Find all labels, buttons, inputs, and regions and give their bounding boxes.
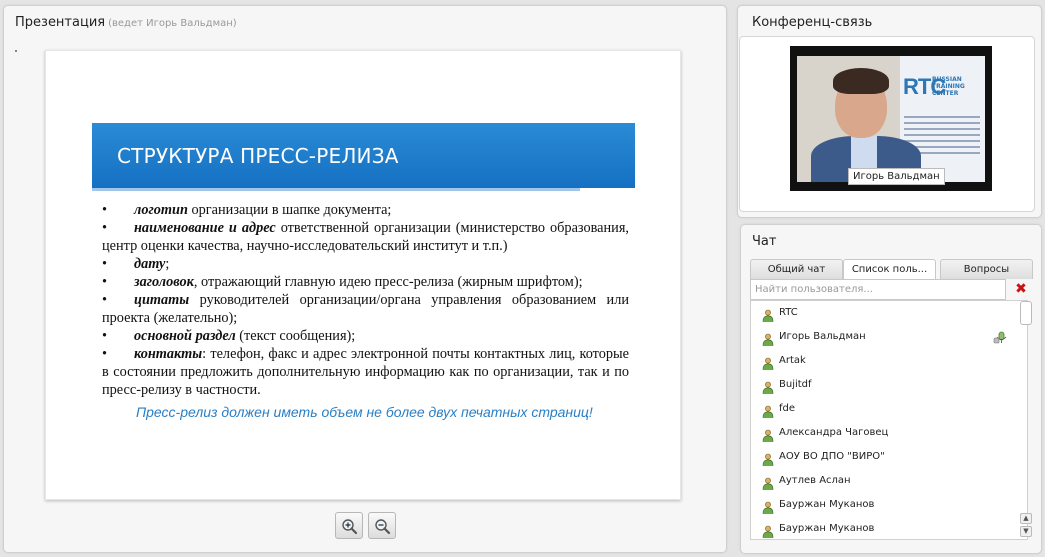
video-stream[interactable]: RTC RUSSIAN TRAINING CENTER Игорь Вальдм…	[790, 46, 992, 191]
presenter-label: (ведет Игорь Вальдман)	[108, 18, 237, 29]
user-list-item[interactable]: RTC	[751, 301, 1015, 325]
slide-bullet: • логотип организации в шапке документа;	[102, 201, 629, 219]
bullet-mark: •	[102, 292, 108, 308]
user-icon	[762, 379, 774, 394]
slide-header: СТРУКТУРА ПРЕСС-РЕЛИЗА	[92, 123, 635, 188]
close-icon[interactable]: ✖	[1014, 281, 1028, 297]
rtc-logo-caption: RUSSIAN TRAINING CENTER	[932, 76, 965, 97]
presentation-title-text: Презентация	[15, 15, 106, 30]
slide-bullet: • основной раздел (текст сообщения);	[102, 327, 629, 345]
conference-panel: Конференц-связь RTC RUSSIAN TRAINING CEN…	[737, 5, 1042, 218]
user-list-item[interactable]: Bujitdf	[751, 373, 1015, 397]
bullet-text: организации в шапке документа;	[187, 202, 392, 218]
user-icon	[762, 427, 774, 442]
slide-title: СТРУКТУРА ПРЕСС-РЕЛИЗА	[117, 144, 399, 168]
user-list-scrollbar[interactable]: ▲ ▼	[1019, 301, 1033, 539]
slide-bullet: • заголовок, отражающий главную идею прес…	[102, 273, 629, 291]
slide-bullet: • цитаты руководителей организации/органа…	[102, 291, 629, 327]
zoom-in-button[interactable]	[335, 512, 363, 539]
bullet-mark: •	[102, 274, 108, 290]
bullet-text: (текст сообщения);	[235, 328, 356, 344]
user-icon	[762, 331, 774, 346]
bullet-mark: •	[102, 328, 108, 344]
bullet-term: наименование и адрес	[134, 220, 276, 236]
user-icon	[762, 403, 774, 418]
user-list: RTC Игорь Вальдман Artak Bujitdf fde Александ…	[750, 300, 1028, 540]
user-name: Александра Чаговец	[779, 427, 889, 438]
presentation-panel: Презентация (ведет Игорь Вальдман) СТРУКТ…	[3, 5, 727, 553]
zoom-out-button[interactable]	[368, 512, 396, 539]
bullet-term: дату	[134, 256, 166, 272]
bullet-mark: •	[102, 202, 108, 218]
user-name: RTC	[779, 307, 798, 318]
bullet-term: контакты	[134, 346, 203, 362]
slide: СТРУКТУРА ПРЕСС-РЕЛИЗА • логотип организа…	[45, 50, 681, 500]
user-name: Bujitdf	[779, 379, 812, 390]
user-list-item[interactable]: Аутлев Аслан	[751, 469, 1015, 493]
user-icon	[762, 355, 774, 370]
user-name: fde	[779, 403, 796, 414]
user-list-item[interactable]: АОУ ВО ДПО "ВИРО"	[751, 445, 1015, 469]
bullet-term: заголовок	[134, 274, 194, 290]
bullet-term: цитаты	[134, 292, 190, 308]
user-list-item[interactable]: Игорь Вальдман	[751, 325, 1015, 349]
user-list-item[interactable]: fde	[751, 397, 1015, 421]
status-dot	[15, 50, 17, 52]
scroll-up-arrow[interactable]: ▲	[1020, 513, 1032, 524]
user-icon	[762, 307, 774, 322]
bullet-mark: •	[102, 346, 108, 362]
slide-bullet: • дату;	[102, 255, 629, 273]
user-icon	[762, 475, 774, 490]
chat-panel: Чат Общий чат Список поль... Вопросы Най…	[740, 224, 1042, 554]
zoom-out-icon	[375, 519, 391, 535]
rtc-caption-line: RUSSIAN	[932, 76, 962, 83]
slide-bullet: • контакты: телефон, факс и адрес электро…	[102, 345, 629, 399]
tab-questions[interactable]: Вопросы	[940, 259, 1033, 279]
slide-body: • логотип организации в шапке документа; …	[102, 201, 629, 399]
user-name: Бауржан Муканов	[779, 523, 875, 534]
chat-title: Чат	[752, 234, 777, 249]
scrollbar-thumb[interactable]	[1020, 301, 1032, 325]
user-name: Бауржан Муканов	[779, 499, 875, 510]
speaker-hair	[833, 68, 889, 94]
bullet-term: логотип	[134, 202, 188, 218]
chat-tabs: Общий чат Список поль... Вопросы	[750, 259, 1033, 280]
microphone-icon	[992, 330, 1010, 349]
scroll-down-arrow[interactable]: ▼	[1020, 526, 1032, 537]
video-frame: RTC RUSSIAN TRAINING CENTER	[797, 56, 985, 182]
camera-name-label: Игорь Вальдман	[848, 168, 945, 185]
user-icon	[762, 523, 774, 538]
user-list-item[interactable]: Artak	[751, 349, 1015, 373]
slide-bullet: • наименование и адрес ответственной орга…	[102, 219, 629, 255]
tab-user-list[interactable]: Список поль...	[843, 259, 936, 280]
user-name: АОУ ВО ДПО "ВИРО"	[779, 451, 885, 462]
presentation-title: Презентация (ведет Игорь Вальдман)	[15, 15, 237, 30]
bullet-mark: •	[102, 220, 108, 236]
conference-title: Конференц-связь	[752, 15, 873, 30]
user-search-input[interactable]: Найти пользователя...	[750, 279, 1006, 300]
user-list-item[interactable]: Александра Чаговец	[751, 421, 1015, 445]
user-icon	[762, 499, 774, 514]
zoom-in-icon	[342, 519, 358, 535]
user-list-item[interactable]: Бауржан Муканов	[751, 493, 1015, 517]
user-list-item[interactable]: Бауржан Муканов	[751, 517, 1015, 539]
bullet-text: , отражающий главную идею пресс-релиза (…	[193, 274, 583, 290]
tab-general-chat[interactable]: Общий чат	[750, 259, 843, 279]
rtc-caption-line: TRAINING	[932, 83, 965, 90]
user-name: Игорь Вальдман	[779, 331, 866, 342]
user-icon	[762, 451, 774, 466]
slide-note: Пресс-релиз должен иметь объем не более …	[136, 404, 593, 420]
bullet-mark: •	[102, 256, 108, 272]
bullet-term: основной раздел	[134, 328, 236, 344]
user-name: Аутлев Аслан	[779, 475, 851, 486]
rtc-caption-line: CENTER	[932, 90, 959, 97]
bullet-text: ;	[165, 256, 170, 272]
slide-header-underline	[92, 188, 580, 191]
user-name: Artak	[779, 355, 806, 366]
